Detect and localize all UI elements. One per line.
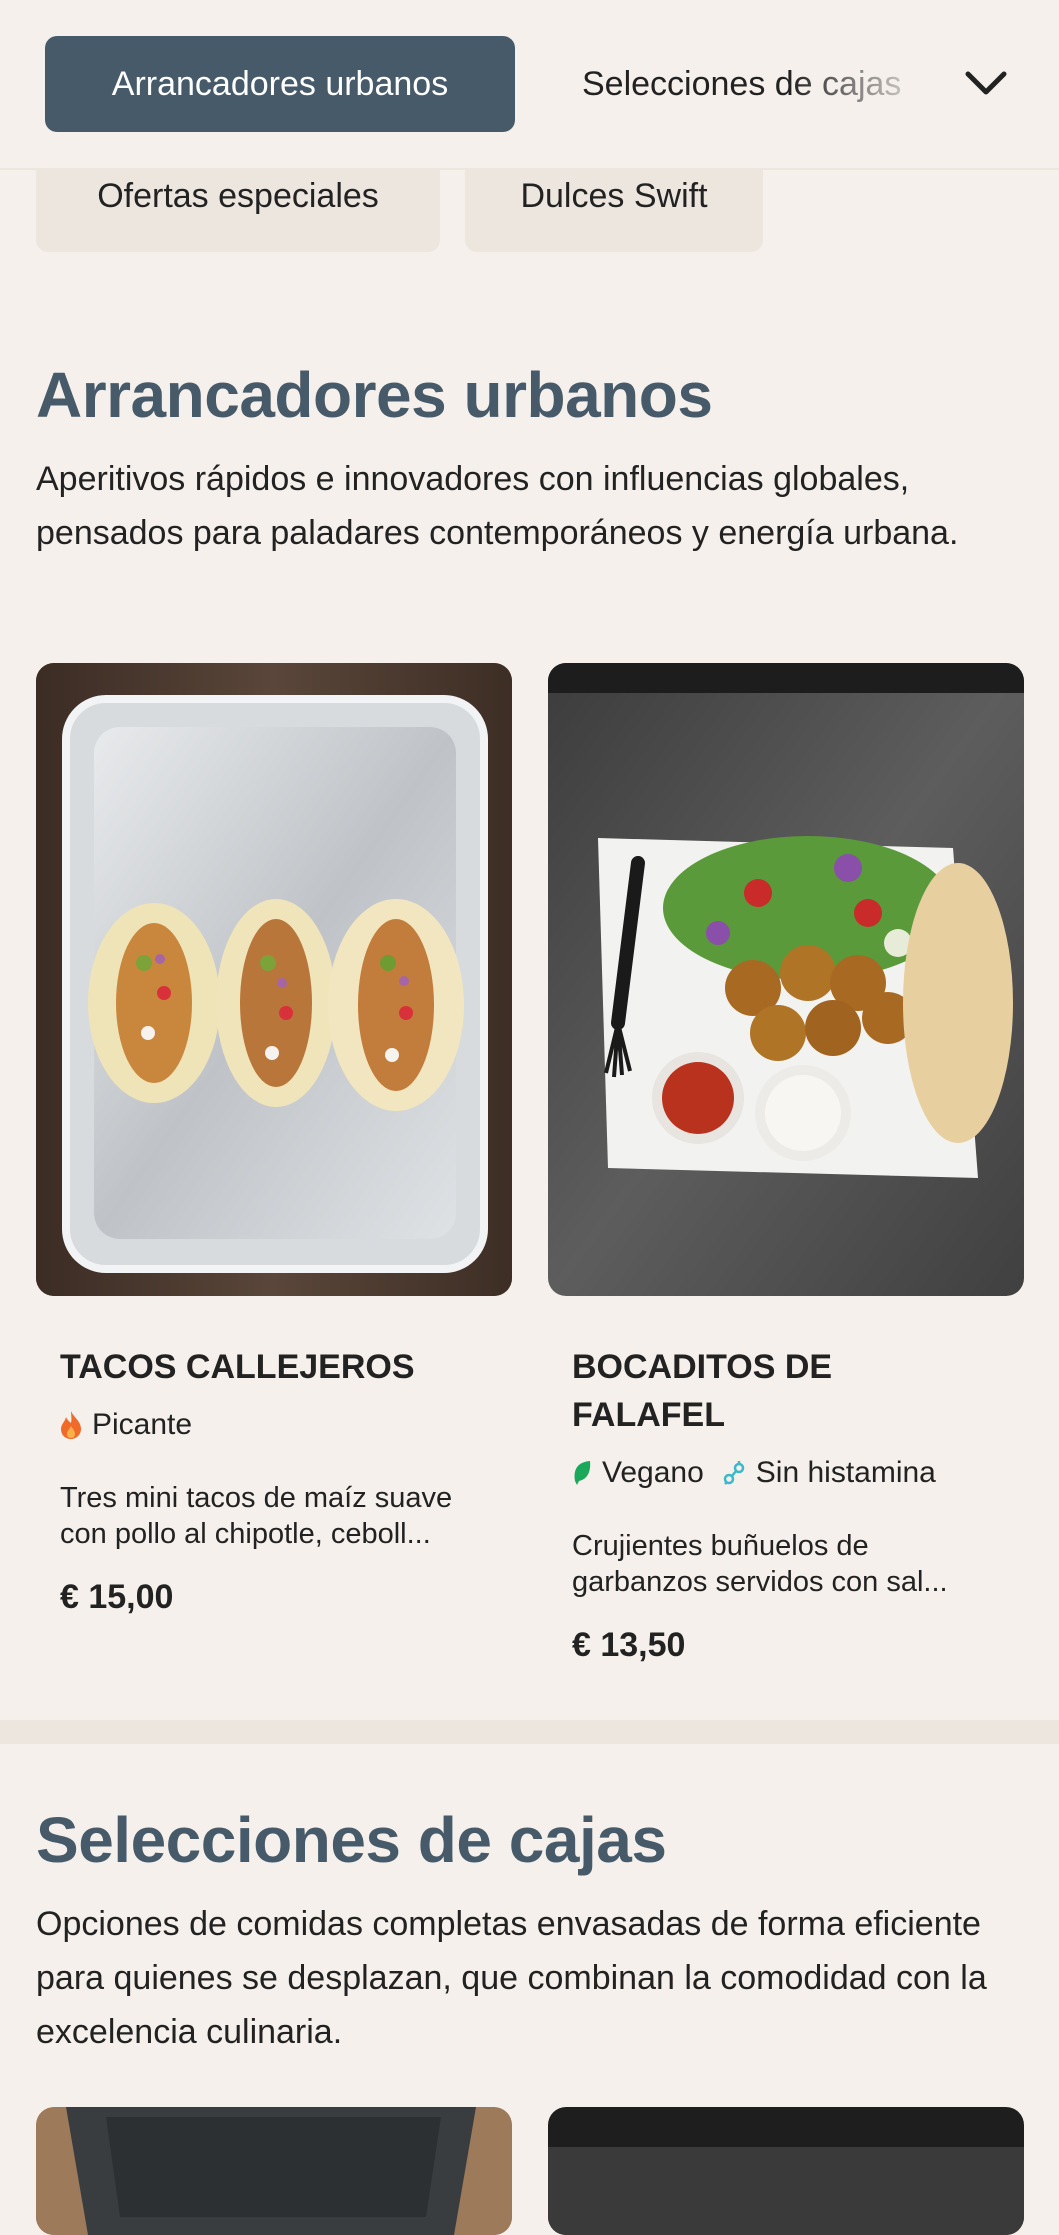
- product-description: Tres mini tacos de maíz suave con pollo …: [60, 1480, 500, 1552]
- description-line: Tres mini tacos de maíz suave: [60, 1482, 453, 1514]
- section-description: Opciones de comidas completas envasadas …: [36, 1905, 987, 2051]
- section-title: Selecciones de cajas: [36, 1804, 667, 1876]
- name-line: BOCADITOS DE: [572, 1348, 833, 1386]
- product-price: € 15,00: [60, 1578, 174, 1616]
- section-title: Arrancadores urbanos: [36, 359, 713, 431]
- product-image-falafel: [548, 663, 1024, 1296]
- tag-histamine-free: Sin histamina: [722, 1456, 936, 1490]
- section-description: Aperitivos rápidos e innovadores con inf…: [36, 460, 959, 552]
- product-image-box-2: [548, 2107, 1024, 2235]
- chevron-down-icon[interactable]: [960, 60, 1012, 108]
- product-tags: Picante: [60, 1408, 210, 1442]
- flame-icon: [61, 1411, 81, 1439]
- tag-label: Picante: [92, 1408, 193, 1441]
- product-tags: Vegano Sin histamina: [572, 1456, 954, 1490]
- section-divider: [0, 1720, 1059, 1744]
- product-name: BOCADITOS DE FALAFEL: [572, 1343, 1002, 1439]
- description-line: Crujientes buñuelos de: [572, 1530, 869, 1562]
- product-name: TACOS CALLEJEROS: [60, 1348, 415, 1386]
- name-line: FALAFEL: [572, 1396, 725, 1434]
- category-nav: Arrancadores urbanos Selecciones de caja…: [0, 0, 1059, 170]
- tab-arrancadores-urbanos[interactable]: Arrancadores urbanos: [45, 36, 515, 132]
- product-image-box-1: [36, 2107, 512, 2235]
- description-line: con pollo al chipotle, ceboll...: [60, 1518, 431, 1550]
- description-line: garbanzos servidos con sal...: [572, 1566, 948, 1598]
- product-description: Crujientes buñuelos de garbanzos servido…: [572, 1528, 1012, 1600]
- tag-label: Sin histamina: [755, 1456, 936, 1489]
- tag-spicy: Picante: [60, 1408, 192, 1442]
- product-image-tacos: [36, 663, 512, 1296]
- histamine-free-icon: [723, 1461, 745, 1485]
- product-card-box-1[interactable]: [36, 2107, 512, 2235]
- tab-fade-overlay: [790, 20, 960, 150]
- tag-label: Vegano: [602, 1456, 704, 1489]
- tag-vegan: Vegano: [572, 1456, 704, 1490]
- product-card-box-2[interactable]: [548, 2107, 1024, 2235]
- leaf-icon: [574, 1461, 591, 1485]
- product-price: € 13,50: [572, 1626, 686, 1664]
